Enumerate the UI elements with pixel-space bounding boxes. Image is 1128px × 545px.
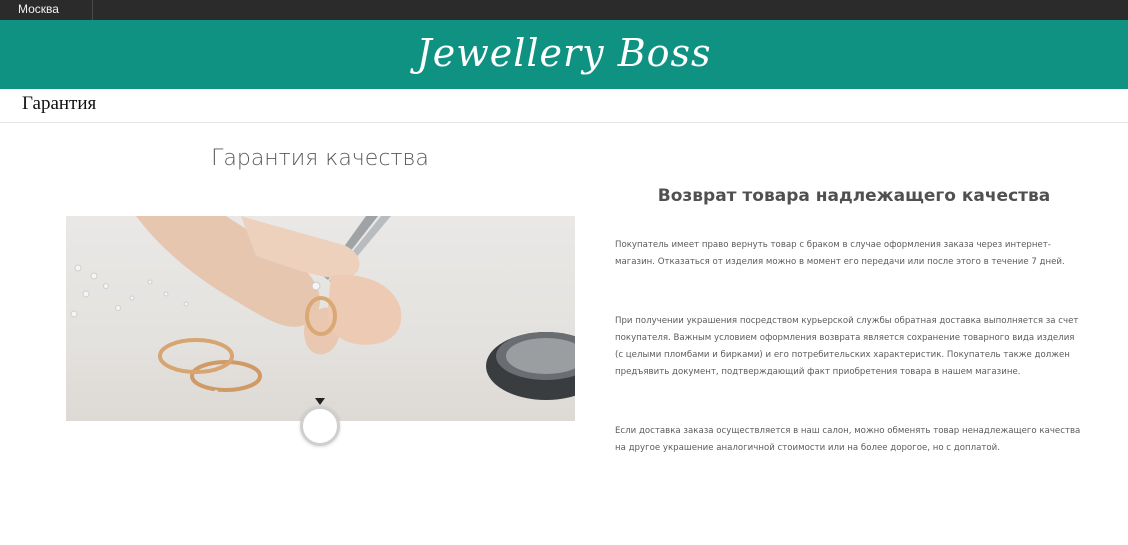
- site-logo[interactable]: Jewellery Boss: [0, 31, 1128, 75]
- topbar-divider: [92, 0, 93, 20]
- return-policy-paragraph-3: Если доставка заказа осуществляется в на…: [615, 426, 1081, 453]
- page-title: Гарантия качества: [211, 146, 429, 171]
- slider-marker-icon: [315, 398, 325, 405]
- top-bar: Москва: [0, 0, 1128, 20]
- city-selector[interactable]: Москва: [18, 2, 59, 16]
- breadcrumb: Гарантия: [0, 89, 1128, 123]
- return-policy-paragraph-2: При получении украшения посредством курь…: [615, 316, 1079, 377]
- breadcrumb-current: Гарантия: [22, 93, 97, 114]
- jewelry-photo-illustration: [70, 216, 575, 400]
- slider-handle[interactable]: [300, 406, 340, 446]
- return-policy-paragraph-1: Покупатель имеет право вернуть товар с б…: [615, 240, 1065, 267]
- brand-header: Jewellery Boss: [0, 20, 1128, 89]
- jewelry-photo: [66, 216, 575, 421]
- return-policy-title: Возврат товара надлежащего качества: [657, 186, 1051, 206]
